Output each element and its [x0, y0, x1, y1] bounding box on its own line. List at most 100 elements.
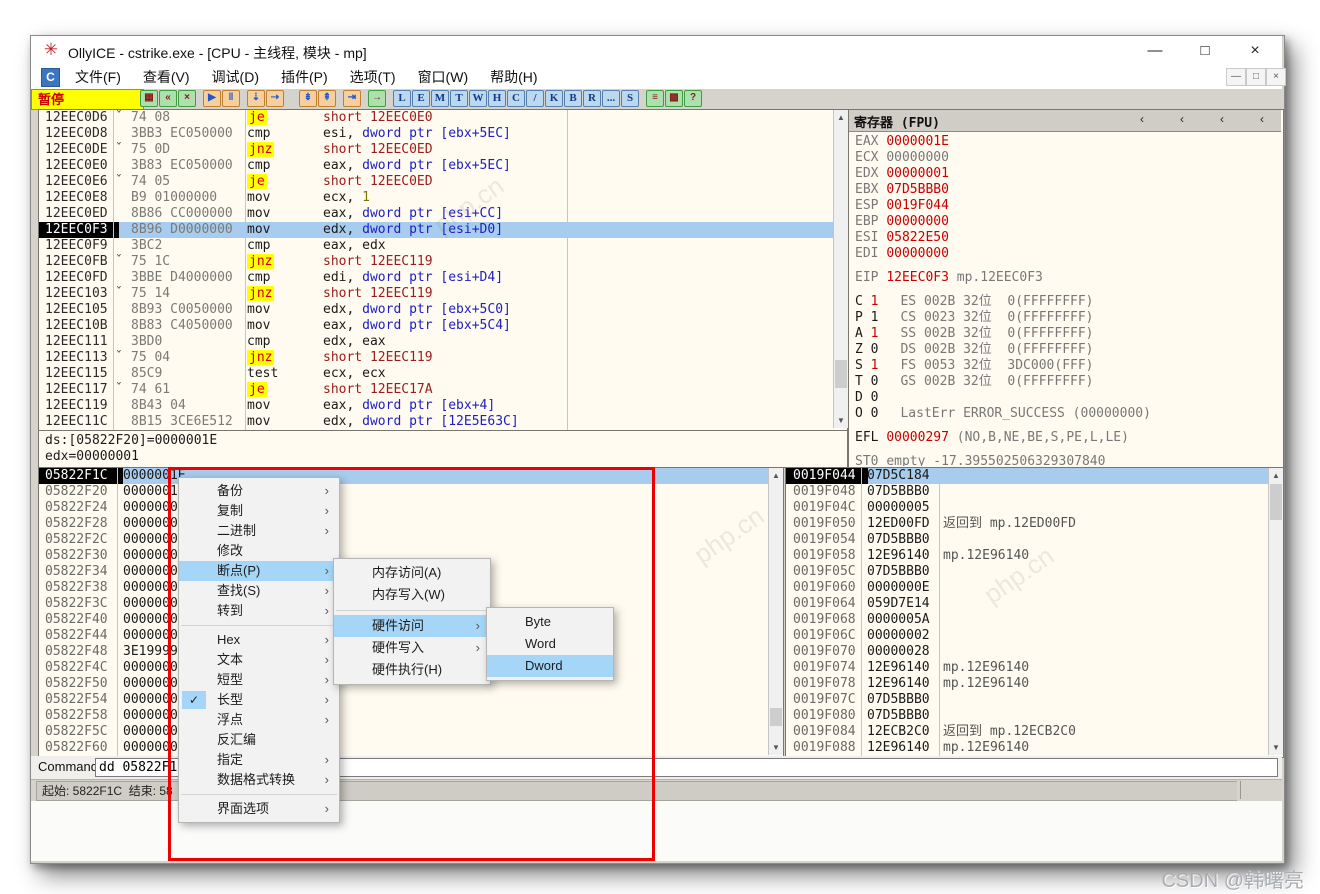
rewind-icon[interactable]: «	[159, 90, 177, 107]
context-menu-item[interactable]: Hex›	[179, 630, 339, 650]
disasm-row[interactable]: 12EEC1058B93 C0050000movedx, dword ptr […	[39, 302, 833, 318]
disasm-row[interactable]: 12EEC0E03B83 EC050000cmpeax, dword ptr […	[39, 158, 833, 174]
context-menu-item[interactable]: 修改	[179, 541, 339, 561]
log-window-button[interactable]: L	[393, 90, 411, 107]
chevron-left-icon[interactable]: ‹	[1129, 112, 1155, 128]
registers-pane[interactable]: 寄存器 (FPU) ‹ ‹ ‹ ‹ EAX 0000001EECX 000000…	[848, 109, 1284, 468]
stack-row[interactable]: 0019F07000000028	[786, 644, 1268, 660]
menubar-item[interactable]: 查看(V)	[132, 65, 201, 89]
scroll-up-icon[interactable]: ▲	[769, 468, 783, 483]
menubar-item[interactable]: 插件(P)	[270, 65, 339, 89]
menubar-item[interactable]: 文件(F)	[64, 65, 132, 89]
windows-button[interactable]: W	[469, 90, 487, 107]
context-menu-item[interactable]: 硬件写入›	[334, 637, 490, 659]
pause-icon[interactable]: ‖	[222, 90, 240, 107]
menubar-item[interactable]: 窗口(W)	[407, 65, 480, 89]
dump-row[interactable]: 05822F6000000000	[39, 740, 768, 756]
step-into-icon[interactable]: ⇣	[247, 90, 265, 107]
close-icon[interactable]: ×	[178, 90, 196, 107]
step-over-icon[interactable]: ⇢	[266, 90, 284, 107]
stack-row[interactable]: 0019F08412ECB2C0返回到 mp.12ECB2C0	[786, 724, 1268, 740]
dump-row[interactable]: 05822F5400000000	[39, 692, 768, 708]
stack-row[interactable]: 0019F0680000005A	[786, 612, 1268, 628]
disasm-row[interactable]: 12EEC0E8B9 01000000movecx, 1	[39, 190, 833, 206]
context-menu-item[interactable]: 内存写入(W)	[334, 584, 490, 606]
scroll-up-icon[interactable]: ▲	[1269, 468, 1283, 483]
stack-row[interactable]: 0019F05012ED00FD返回到 mp.12ED00FD	[786, 516, 1268, 532]
open-file-icon[interactable]: ▦	[140, 90, 158, 107]
menubar-item[interactable]: 选项(T)	[339, 65, 407, 89]
help-icon[interactable]: ?	[684, 90, 702, 107]
stack-row[interactable]: 0019F05C07D5BBB0	[786, 564, 1268, 580]
run-trace-button[interactable]: ...	[602, 90, 620, 107]
trace-into-icon[interactable]: ⇟	[299, 90, 317, 107]
dump-row[interactable]: 05822F200000001E	[39, 484, 768, 500]
context-menu-item[interactable]: 硬件执行(H)	[334, 659, 490, 681]
stack-row[interactable]: 0019F06C00000002	[786, 628, 1268, 644]
context-menu-item[interactable]: 指定›	[179, 750, 339, 770]
mdi-restore-button[interactable]: □	[1246, 68, 1266, 86]
mdi-close-button[interactable]: ×	[1266, 68, 1286, 86]
scroll-down-icon[interactable]: ▼	[1269, 740, 1283, 755]
stack-row[interactable]: 0019F04407D5C184	[786, 468, 1268, 484]
disasm-row[interactable]: 12EEC11C8B15 3CE6E512movedx, dword ptr […	[39, 414, 833, 430]
scroll-down-icon[interactable]: ▼	[834, 413, 848, 428]
run-icon[interactable]: ▶	[203, 90, 221, 107]
context-menu-item[interactable]: 硬件访问›	[334, 615, 490, 637]
context-menu-item[interactable]: Dword	[487, 655, 613, 677]
dump-row[interactable]: 05822F5C00000000	[39, 724, 768, 740]
dump-scrollbar[interactable]: ▲ ▼	[768, 468, 783, 755]
stack-row[interactable]: 0019F08812E96140mp.12E96140	[786, 740, 1268, 756]
stack-row[interactable]: 0019F08007D5BBB0	[786, 708, 1268, 724]
disasm-row[interactable]: 12EEC0FBˇ75 1Cjnzshort 12EEC119	[39, 254, 833, 270]
chevron-left-icon[interactable]: ‹	[1169, 112, 1195, 128]
call-stack-button[interactable]: K	[545, 90, 563, 107]
disasm-scrollbar[interactable]: ▲ ▼	[833, 110, 848, 428]
disasm-row[interactable]: 12EEC0FD3BBE D4000000cmpedi, dword ptr […	[39, 270, 833, 286]
disasm-row[interactable]: 12EEC0D6ˇ74 08jeshort 12EEC0E0	[39, 110, 833, 126]
source-button[interactable]: S	[621, 90, 639, 107]
context-menu-item[interactable]: 反汇编	[179, 730, 339, 750]
context-menu-item[interactable]: 浮点›	[179, 710, 339, 730]
context-menu-item[interactable]: 短型›	[179, 670, 339, 690]
minimize-button[interactable]: —	[1140, 40, 1170, 62]
maximize-button[interactable]: □	[1190, 40, 1220, 62]
disasm-row[interactable]: 12EEC1113BD0cmpedx, eax	[39, 334, 833, 350]
chevron-left-icon[interactable]: ‹	[1249, 112, 1275, 128]
handles-button[interactable]: H	[488, 90, 506, 107]
chevron-left-icon[interactable]: ‹	[1209, 112, 1235, 128]
scroll-thumb[interactable]	[835, 360, 847, 388]
stack-row[interactable]: 0019F05407D5BBB0	[786, 532, 1268, 548]
threads-button[interactable]: T	[450, 90, 468, 107]
context-menu-item[interactable]: 长型✓›	[179, 690, 339, 710]
stack-row[interactable]: 0019F0600000000E	[786, 580, 1268, 596]
breakpoints-button[interactable]: B	[564, 90, 582, 107]
context-menu-item[interactable]: 内存访问(A)	[334, 562, 490, 584]
disasm-row[interactable]: 12EEC0E6ˇ74 05jeshort 12EEC0ED	[39, 174, 833, 190]
dump-row[interactable]: 05822F1C0000001E	[39, 468, 768, 484]
options-icon[interactable]: ≡	[646, 90, 664, 107]
scroll-down-icon[interactable]: ▼	[769, 740, 783, 755]
disasm-row[interactable]: 12EEC0F93BC2cmpeax, edx	[39, 238, 833, 254]
cpu-button[interactable]: C	[507, 90, 525, 107]
disasm-row[interactable]: 12EEC113ˇ75 04jnzshort 12EEC119	[39, 350, 833, 366]
trace-over-icon[interactable]: ⇞	[318, 90, 336, 107]
scroll-thumb[interactable]	[770, 708, 782, 726]
dump-row[interactable]: 05822F5800000000	[39, 708, 768, 724]
scroll-thumb[interactable]	[1270, 484, 1282, 520]
context-menu-item[interactable]: 文本›	[179, 650, 339, 670]
executables-button[interactable]: E	[412, 90, 430, 107]
context-menu-item[interactable]: Byte	[487, 611, 613, 633]
disasm-row[interactable]: 12EEC103ˇ75 14jnzshort 12EEC119	[39, 286, 833, 302]
stack-row[interactable]: 0019F064059D7E14	[786, 596, 1268, 612]
until-return-icon[interactable]: ⇥	[343, 90, 361, 107]
disassembly-pane[interactable]: 12EEC0D6ˇ74 08jeshort 12EEC0E012EEC0D83B…	[38, 109, 848, 431]
mdi-minimize-button[interactable]: —	[1226, 68, 1246, 86]
disasm-row[interactable]: 12EEC10B8B83 C4050000moveax, dword ptr […	[39, 318, 833, 334]
disasm-row[interactable]: 12EEC11585C9testecx, ecx	[39, 366, 833, 382]
disasm-row[interactable]: 12EEC1198B43 04moveax, dword ptr [ebx+4]	[39, 398, 833, 414]
context-menu-item[interactable]: 备份›	[179, 481, 339, 501]
appearance-icon[interactable]: ▩	[665, 90, 683, 107]
context-menu-item[interactable]: 二进制›	[179, 521, 339, 541]
dump-row[interactable]: 05822F2800000000	[39, 516, 768, 532]
